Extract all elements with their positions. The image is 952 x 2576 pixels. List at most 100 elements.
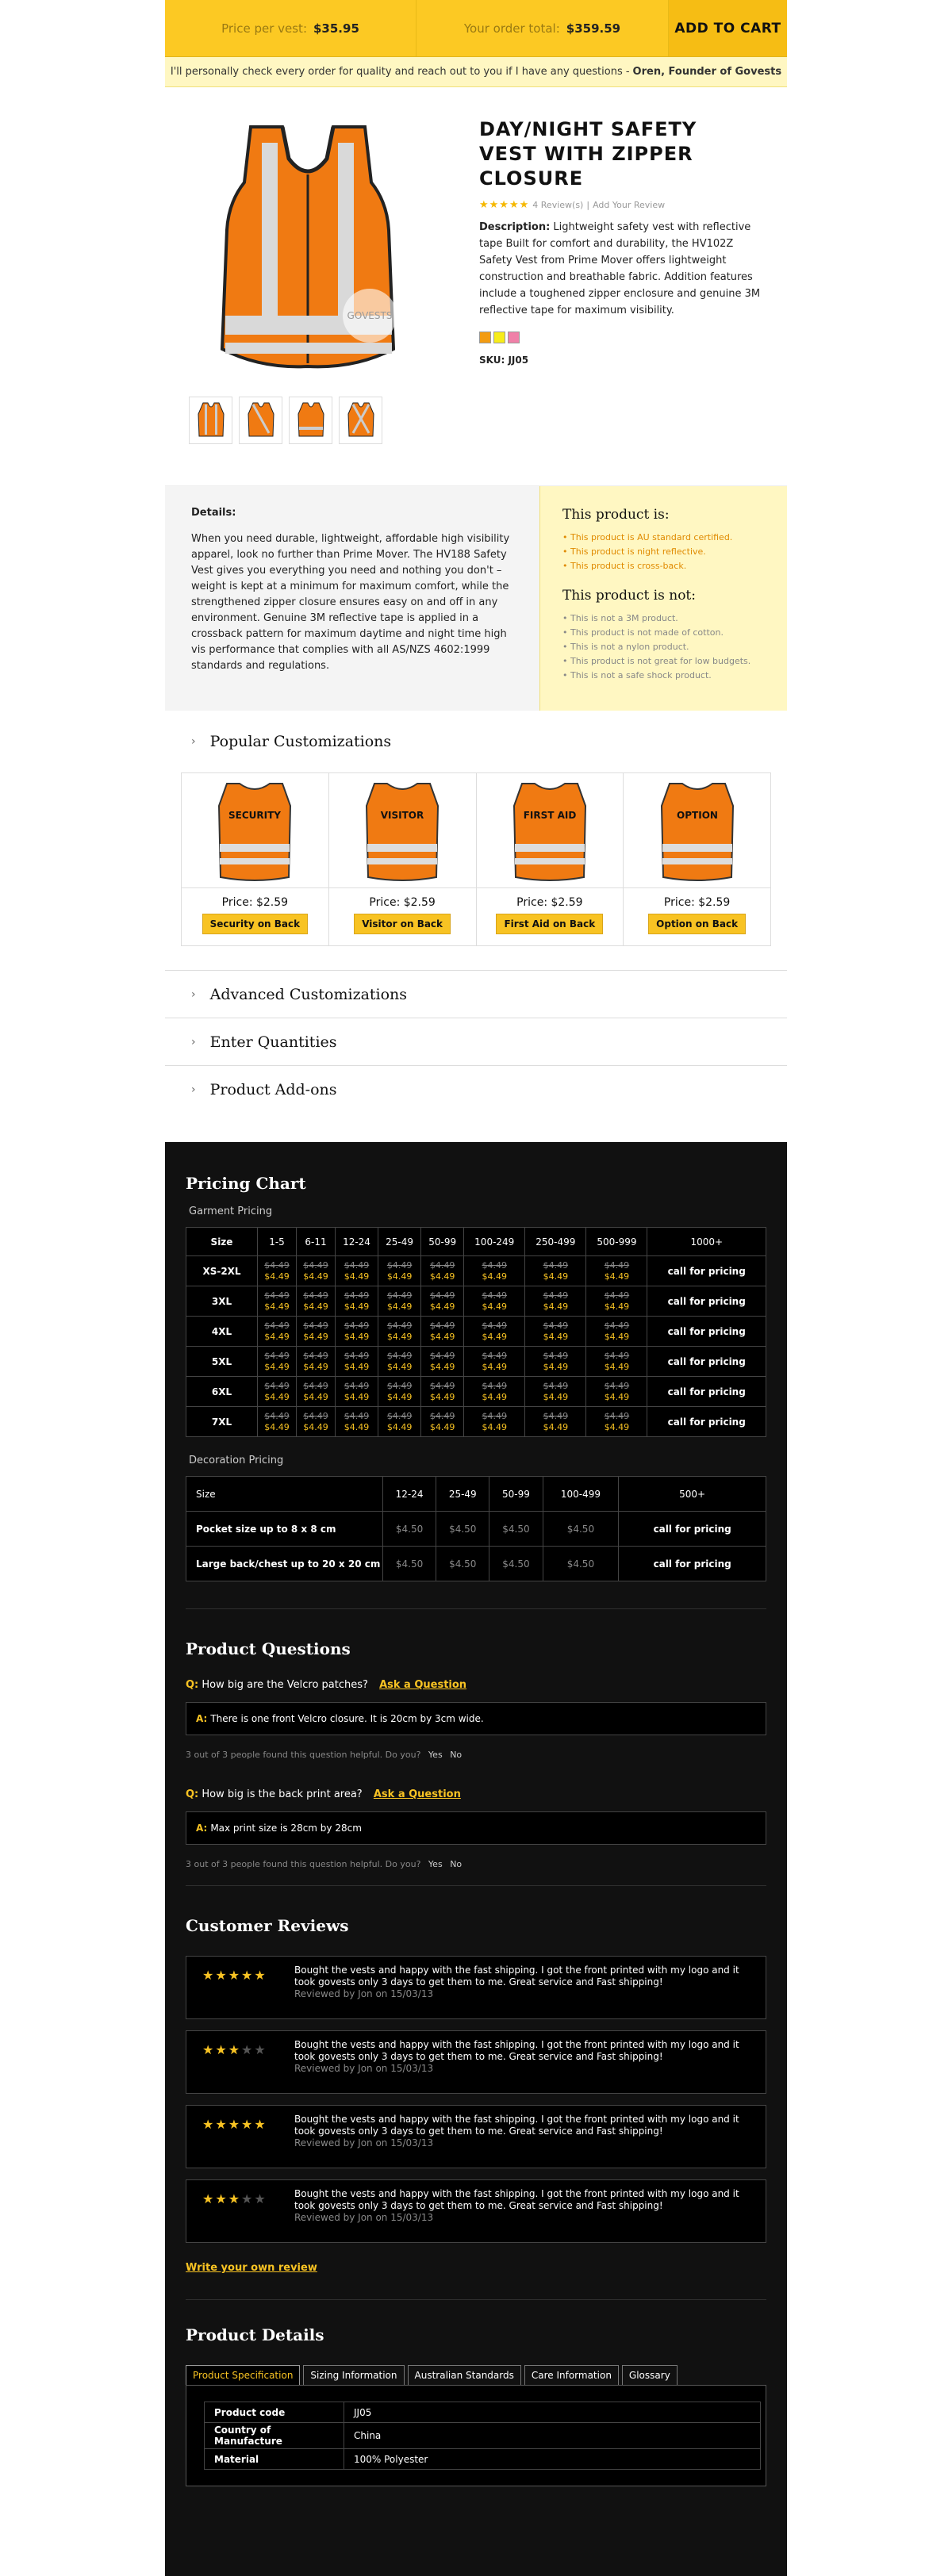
new-price: $4.49 [264, 1331, 290, 1342]
new-price: $4.49 [264, 1421, 290, 1432]
new-price: $4.49 [429, 1301, 455, 1312]
write-review-link[interactable]: Write your own review [186, 2262, 317, 2274]
table-row: Pocket size up to 8 x 8 cm $4.50 $4.50 $… [186, 1511, 766, 1547]
review-author: Reviewed by Jon on 15/03/13 [294, 2063, 434, 2074]
question-marker: Q: [186, 1679, 199, 1691]
new-price: $4.49 [429, 1271, 455, 1282]
size-cell: 6XL [186, 1376, 258, 1407]
divider [186, 1608, 766, 1609]
tab-australian-standards[interactable]: Australian Standards [407, 2365, 521, 2385]
old-price: $4.49 [386, 1410, 413, 1421]
notice-text: I'll personally check every order for qu… [170, 66, 630, 78]
price-cell: $4.49 $4.49 [585, 1376, 648, 1407]
question-text: How big is the back print area? [202, 1788, 363, 1800]
price-cell: $4.49 $4.49 [334, 1286, 379, 1317]
product-main-image[interactable]: GOVESTS [189, 111, 427, 373]
new-price: $4.49 [604, 1271, 630, 1282]
product-addons-toggle[interactable]: › Product Add-ons [165, 1065, 787, 1113]
review-stars: ★★★★★ [202, 2117, 267, 2132]
option-on-back-button[interactable]: Option on Back [648, 914, 747, 934]
price-cell: $4.50 [542, 1511, 620, 1547]
old-price: $4.49 [429, 1410, 455, 1421]
details-text: When you need durable, lightweight, affo… [191, 533, 510, 672]
tab-care-information[interactable]: Care Information [524, 2365, 619, 2385]
new-price: $4.49 [344, 1361, 370, 1372]
vest-back-image: FIRST AID [476, 773, 624, 888]
thumbnail-1[interactable] [189, 397, 232, 444]
tab-sizing-information[interactable]: Sizing Information [303, 2365, 405, 2385]
details-panel: Details: When you need durable, lightwei… [165, 486, 539, 711]
add-review-link[interactable]: Add Your Review [593, 200, 665, 210]
table-header-row: Size 12-24 25-49 50-99 100-499 500+ [186, 1476, 766, 1512]
thumbnail-3[interactable] [289, 397, 332, 444]
new-price: $4.49 [429, 1391, 455, 1402]
customization-card: OPTION Price: $2.59 Option on Back [624, 773, 770, 945]
price-cell: $4.49 $4.49 [463, 1255, 526, 1286]
visitor-on-back-button[interactable]: Visitor on Back [354, 914, 451, 934]
add-to-cart-button[interactable]: ADD TO CART [669, 0, 787, 56]
swatch-orange[interactable] [479, 332, 491, 343]
advanced-customizations-toggle[interactable]: › Advanced Customizations [165, 970, 787, 1018]
helpful-no-link[interactable]: No [450, 1859, 462, 1869]
helpful-yes-link[interactable]: Yes [428, 1750, 443, 1760]
price-cell: $4.49 $4.49 [295, 1376, 336, 1407]
order-total: Your order total: $359.59 [416, 0, 669, 56]
price-cell: $4.50 [489, 1511, 543, 1547]
header-cell: Size [186, 1476, 383, 1512]
ask-question-link[interactable]: Ask a Question [374, 1788, 461, 1800]
decoration-size: Large back/chest up to 20 x 20 cm [186, 1546, 383, 1581]
answer: A: There is one front Velcro closure. It… [186, 1702, 766, 1735]
old-price: $4.49 [386, 1290, 413, 1301]
review-text: Bought the vests and happy with the fast… [294, 2188, 739, 2211]
swatch-yellow[interactable] [493, 332, 505, 343]
helpful-yes-link[interactable]: Yes [428, 1859, 443, 1869]
price-cell: $4.49 $4.49 [420, 1376, 465, 1407]
spec-key: Country of Manufacture [204, 2422, 344, 2449]
security-on-back-button[interactable]: Security on Back [202, 914, 309, 934]
new-price: $4.49 [482, 1301, 508, 1312]
old-price: $4.49 [303, 1290, 328, 1301]
price-cell: $4.49 $4.49 [463, 1346, 526, 1377]
swatch-pink[interactable] [508, 332, 520, 343]
price-cell: $4.49 $4.49 [585, 1346, 648, 1377]
new-price: $4.49 [344, 1421, 370, 1432]
review-count-link[interactable]: 4 Review(s) [532, 200, 583, 210]
advanced-customizations-title: Advanced Customizations [209, 985, 408, 1003]
sku-label: SKU: [479, 355, 505, 366]
old-price: $4.49 [429, 1350, 455, 1361]
customization-card: VISITOR Price: $2.59 Visitor on Back [328, 773, 477, 945]
old-price: $4.49 [344, 1410, 370, 1421]
price-cell: $4.49 $4.49 [585, 1406, 648, 1437]
price-cell: $4.49 $4.49 [295, 1255, 336, 1286]
write-review-row: Write your own review [186, 2259, 766, 2274]
tab-product-specification[interactable]: Product Specification [186, 2365, 301, 2385]
old-price: $4.49 [604, 1380, 630, 1391]
old-price: $4.49 [543, 1350, 569, 1361]
call-for-pricing: call for pricing [647, 1255, 766, 1286]
popular-customizations-toggle[interactable]: › Popular Customizations [165, 711, 787, 772]
print-text: OPTION [677, 810, 718, 821]
ask-question-link[interactable]: Ask a Question [379, 1679, 466, 1691]
price-cell: $4.49 $4.49 [585, 1255, 648, 1286]
enter-quantities-toggle[interactable]: › Enter Quantities [165, 1018, 787, 1065]
new-price: $4.49 [543, 1421, 569, 1432]
old-price: $4.49 [344, 1350, 370, 1361]
product-is-not-item: This product is not made of cotton. [562, 626, 765, 640]
review-stars: ★★★★★ [202, 2042, 267, 2057]
thumbnail-2[interactable] [239, 397, 282, 444]
order-bar: Price per vest: $35.95 Your order total:… [165, 0, 787, 57]
old-price: $4.49 [264, 1380, 290, 1391]
helpful-no-link[interactable]: No [450, 1750, 462, 1760]
price-cell: $4.49 $4.49 [378, 1376, 422, 1407]
new-price: $4.49 [429, 1421, 455, 1432]
call-for-pricing: call for pricing [647, 1346, 766, 1377]
size-cell: 5XL [186, 1346, 258, 1377]
sku: SKU: JJ05 [479, 355, 761, 366]
old-price: $4.49 [482, 1410, 508, 1421]
tab-glossary[interactable]: Glossary [621, 2365, 678, 2385]
star-icon: ★ [228, 2042, 242, 2057]
first-aid-on-back-button[interactable]: First Aid on Back [496, 914, 604, 934]
product-title: Day/Night Safety Vest with Zipper Closur… [479, 118, 697, 190]
star-icon: ★ [241, 1968, 255, 1983]
thumbnail-4[interactable] [339, 397, 382, 444]
